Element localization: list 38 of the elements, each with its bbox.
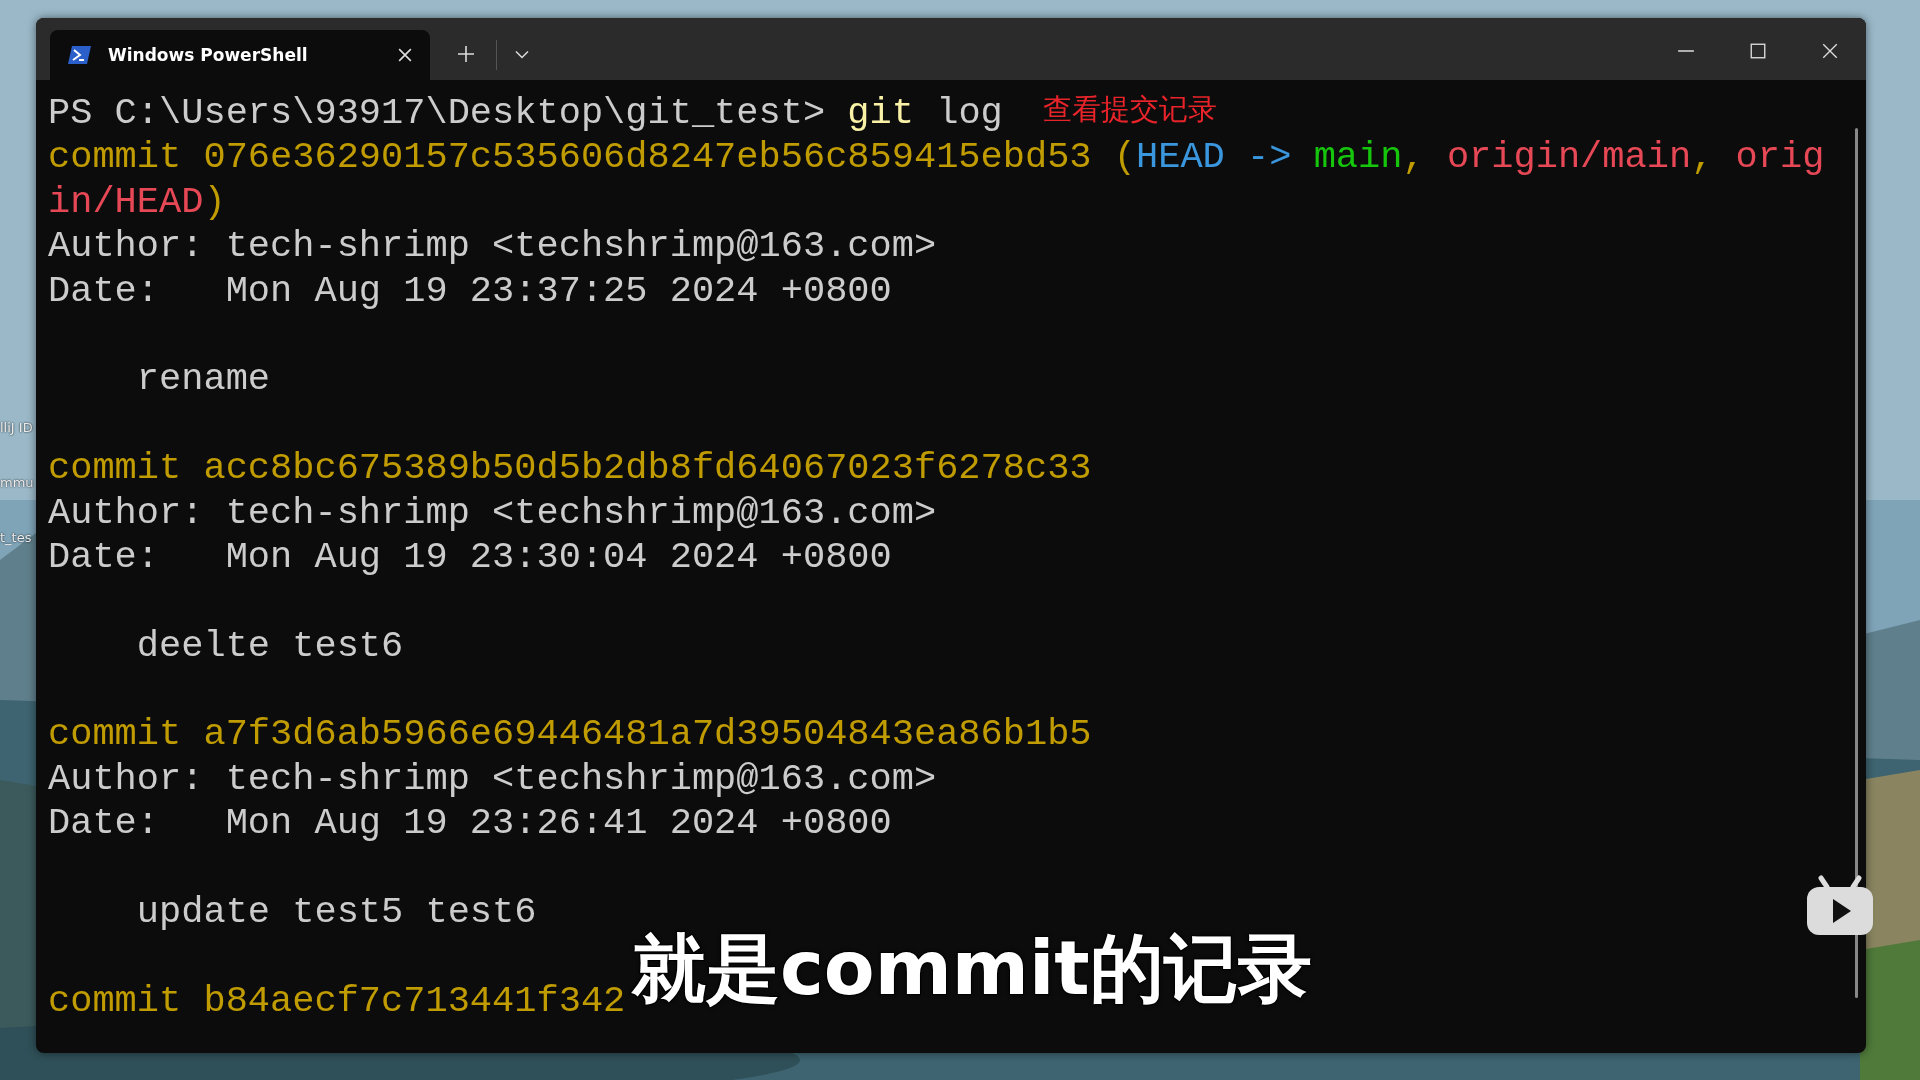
terminal-text: Author: tech-shrimp <techshrimp@163.com> [48, 757, 937, 800]
terminal-text: Date: Mon Aug 19 23:26:41 2024 +0800 [48, 802, 892, 845]
close-icon[interactable] [1821, 42, 1839, 60]
annotation-text: 查看提交记录 [1043, 91, 1217, 128]
terminal-text: commit 076e36290157c535606d8247eb56c859415ebd53 ( [48, 136, 1136, 179]
maximize-icon[interactable] [1749, 42, 1767, 60]
dropdown-icon[interactable] [515, 50, 529, 59]
terminal-text: Date: Mon Aug 19 23:37:25 2024 +0800 [48, 269, 892, 312]
terminal-text: deelte test6 [135, 624, 404, 667]
desktop-icon-label[interactable]: mmu [0, 475, 34, 490]
terminal-text: main [1313, 136, 1403, 179]
terminal-text: origin/main [1446, 136, 1692, 179]
terminal-text: Author: tech-shrimp <techshrimp@163.com> [48, 225, 937, 268]
new-tab-icon[interactable] [458, 46, 474, 62]
terminal-text: rename [135, 358, 271, 401]
close-tab-icon[interactable] [398, 48, 412, 62]
scrollbar[interactable] [1855, 128, 1858, 998]
subtitle-text: 就是commit的记录 [632, 924, 1312, 1013]
desktop-icon-label[interactable]: lliJ ID [0, 420, 33, 435]
terminal-text: in/HEAD [48, 180, 204, 223]
terminal-text: Date: Mon Aug 19 23:30:04 2024 +0800 [48, 535, 892, 578]
terminal-text: log [935, 92, 1003, 134]
powershell-icon [68, 45, 92, 65]
terminal-text: commit b84aecf7c713441f342 [48, 979, 626, 1022]
tab-title: Windows PowerShell [108, 45, 309, 65]
tab[interactable]: Windows PowerShell [50, 30, 430, 80]
terminal-text: commit a7f3d6ab5966e69446481a7d39504843ea86b1b5 [48, 713, 1092, 756]
terminal-text: ) [203, 180, 226, 223]
terminal-text: HEAD -> [1136, 136, 1293, 179]
terminal-text: update test5 test6 [135, 891, 537, 934]
terminal-text: orig [1735, 136, 1825, 179]
terminal-text: PS C:\Users\93917\Desktop\git_test> [48, 92, 827, 134]
desktop-icon-label[interactable]: t_tes [0, 530, 32, 545]
terminal-text: commit acc8bc675389b50d5b2db8fd64067023f6278c33 [48, 447, 1092, 490]
terminal-text: , [1691, 136, 1715, 179]
terminal-text: git [847, 92, 914, 134]
terminal-text: Author: tech-shrimp <techshrimp@163.com> [48, 491, 937, 534]
terminal-text: , [1402, 136, 1426, 179]
